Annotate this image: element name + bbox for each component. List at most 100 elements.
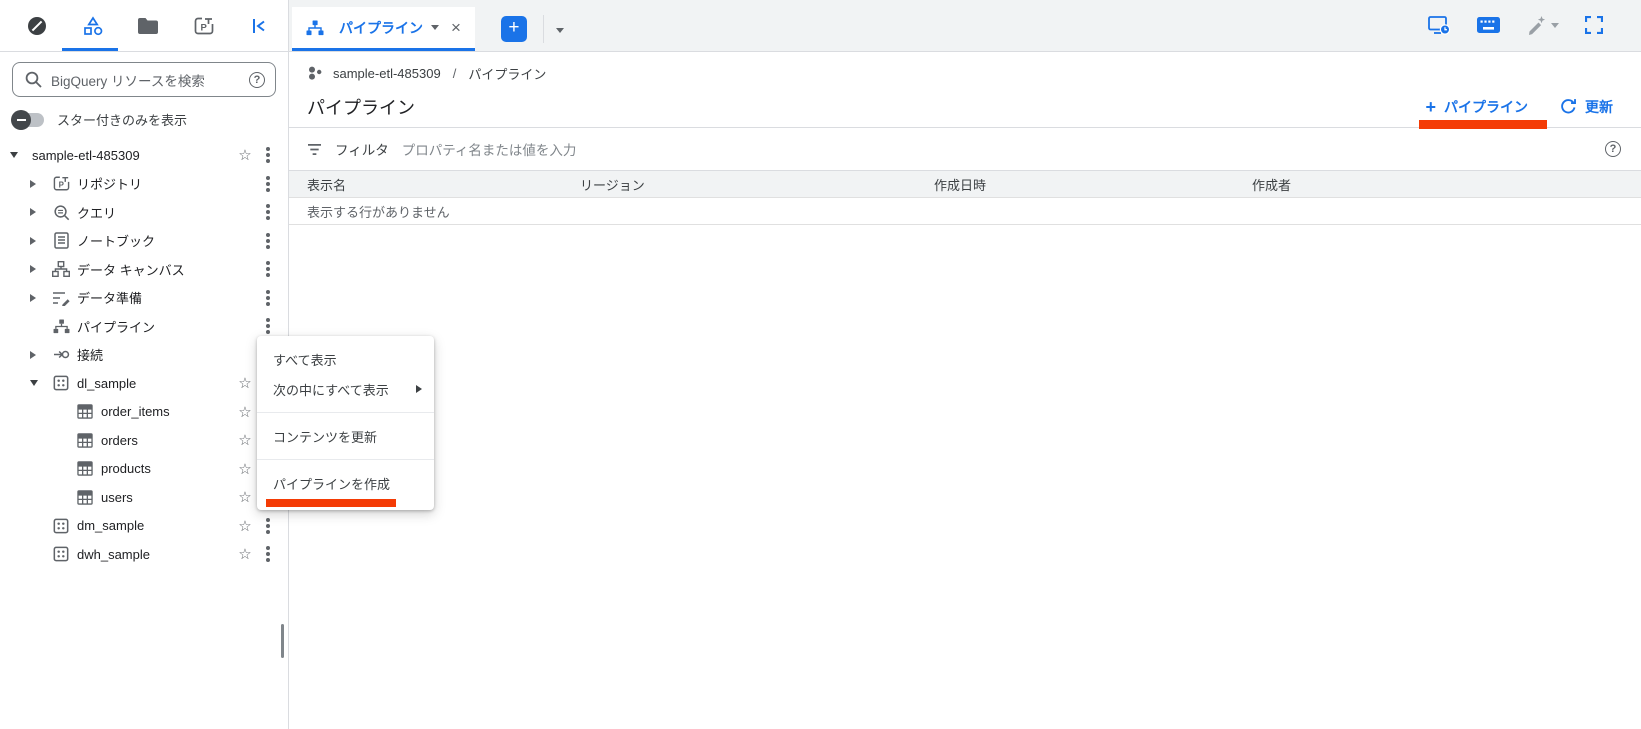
filter-bar[interactable]: フィルタ プロパティ名または値を入力 ? (289, 128, 1641, 171)
more-actions-icon[interactable] (258, 267, 278, 272)
tab-list-caret-icon[interactable] (555, 28, 564, 33)
tab-close-icon[interactable]: × (447, 17, 465, 38)
tab-label: パイプライン (339, 19, 423, 36)
tree-item-table-products[interactable]: products ☆ (0, 455, 288, 484)
title-bar: パイプライン + パイプライン 更新 (289, 86, 1641, 129)
top-bar: P パイプライン × + (0, 0, 1641, 52)
toggle-knob (11, 109, 31, 130)
tree-item-repositories[interactable]: P リポジトリ (0, 170, 288, 199)
more-actions-icon[interactable] (258, 324, 278, 329)
menu-item-refresh-contents[interactable]: コンテンツを更新 (257, 421, 434, 451)
expand-arrow-icon[interactable] (30, 179, 36, 188)
filter-label: フィルタ (335, 143, 389, 158)
tree-item-dataset-dwh-sample[interactable]: dwh_sample ☆ (0, 540, 288, 569)
table-icon (76, 404, 94, 419)
filter-placeholder[interactable]: プロパティ名または値を入力 (402, 139, 577, 159)
tree-item-connections[interactable]: 接続 (0, 341, 288, 370)
tree-item-data-canvas[interactable]: データ キャンバス (0, 255, 288, 284)
star-icon[interactable]: ☆ (232, 403, 258, 421)
starred-only-toggle-row: スター付きのみを表示 (11, 109, 276, 130)
session-window-icon[interactable] (1428, 15, 1451, 35)
more-actions-icon[interactable] (258, 210, 278, 215)
plus-icon: + (1425, 96, 1436, 117)
keyboard-shortcuts-icon[interactable] (1477, 17, 1500, 33)
more-actions-icon[interactable] (258, 552, 278, 557)
refresh-button[interactable]: 更新 (1560, 97, 1613, 117)
expand-arrow-icon[interactable] (30, 236, 36, 245)
tab-pipelines[interactable]: パイプライン × (292, 7, 475, 51)
data-prep-icon (52, 290, 70, 306)
tab-menu-caret-icon[interactable] (431, 25, 439, 30)
column-header-creator[interactable]: 作成者 (1252, 175, 1641, 194)
tree-item-table-users[interactable]: users ☆ (0, 483, 288, 512)
tree-item-table-order-items[interactable]: order_items ☆ (0, 398, 288, 427)
expand-arrow-icon[interactable] (30, 293, 36, 302)
tree-item-dataset-dl-sample[interactable]: dl_sample ☆ (0, 369, 288, 398)
sidebar-panel-tabs: P (0, 0, 289, 52)
star-icon[interactable]: ☆ (232, 431, 258, 449)
tree-item-dataset-dm-sample[interactable]: dm_sample ☆ (0, 512, 288, 541)
star-icon[interactable]: ☆ (232, 488, 258, 506)
filter-help-icon[interactable]: ? (1605, 141, 1621, 157)
tree-item-pipelines[interactable]: パイプライン (0, 312, 288, 341)
menu-item-create-pipeline[interactable]: パイプラインを作成 (257, 468, 434, 507)
tree-item-queries[interactable]: クエリ (0, 198, 288, 227)
search-help-icon[interactable]: ? (249, 71, 265, 88)
svg-text:P: P (200, 22, 207, 33)
pipeline-icon (306, 20, 324, 36)
pipelines-context-menu: すべて表示 次の中にすべて表示 コンテンツを更新 パイプラインを作成 (257, 336, 434, 510)
gemini-assist-icon[interactable] (1526, 15, 1559, 35)
more-actions-icon[interactable] (258, 153, 278, 158)
collapse-panel-icon[interactable] (242, 9, 276, 43)
more-actions-icon[interactable] (258, 238, 278, 243)
more-actions-icon[interactable] (258, 181, 278, 186)
star-icon[interactable]: ☆ (232, 460, 258, 478)
breadcrumb-project[interactable]: sample-etl-485309 (333, 66, 441, 81)
repository-tab-icon[interactable]: P (187, 9, 221, 43)
menu-separator (257, 412, 434, 413)
star-icon[interactable]: ☆ (232, 517, 258, 535)
collapse-arrow-icon[interactable] (10, 152, 18, 159)
explorer-compass-icon[interactable] (20, 9, 54, 43)
tree-item-data-preparation[interactable]: データ準備 (0, 284, 288, 313)
table-header-row: 表示名 リージョン 作成日時 作成者 (289, 171, 1641, 198)
expand-arrow-icon[interactable] (30, 350, 36, 359)
editor-actions (1428, 7, 1641, 51)
star-icon[interactable]: ☆ (232, 374, 258, 392)
create-pipeline-button[interactable]: + パイプライン (1425, 97, 1528, 117)
star-icon[interactable]: ☆ (232, 545, 258, 563)
column-header-created-at[interactable]: 作成日時 (934, 175, 1252, 194)
column-header-display-name[interactable]: 表示名 (289, 175, 580, 194)
editor-tab-strip: パイプライン × + (289, 0, 1641, 52)
more-actions-icon[interactable] (258, 523, 278, 528)
tree-item-table-orders[interactable]: orders ☆ (0, 426, 288, 455)
table-empty-message: 表示する行がありません (289, 198, 1641, 225)
more-actions-icon[interactable] (258, 295, 278, 300)
expand-arrow-icon[interactable] (30, 265, 36, 274)
menu-item-show-all[interactable]: すべて表示 (257, 344, 434, 374)
dataset-icon (52, 375, 70, 391)
starred-only-toggle[interactable] (11, 109, 44, 130)
resources-tab-icon[interactable] (76, 9, 110, 43)
collapse-arrow-icon[interactable] (30, 380, 38, 387)
resource-tree: sample-etl-485309 ☆ P リポジトリ クエリ ノートブック デ… (0, 141, 288, 569)
menu-item-show-all-in[interactable]: 次の中にすべて表示 (257, 374, 434, 404)
submenu-arrow-icon (416, 385, 422, 393)
annotation-underline (266, 499, 396, 507)
sidebar-scrollbar-thumb[interactable] (281, 624, 284, 658)
column-header-region[interactable]: リージョン (580, 175, 934, 194)
project-cluster-icon (309, 66, 322, 80)
table-icon (76, 490, 94, 505)
filter-icon (308, 143, 321, 155)
new-tab-button[interactable]: + (500, 16, 527, 42)
resource-search-input[interactable]: BigQuery リソースを検索 ? (12, 62, 276, 97)
active-panel-tab-underline (62, 48, 118, 51)
tree-item-project[interactable]: sample-etl-485309 ☆ (0, 141, 288, 170)
folder-icon[interactable] (131, 9, 165, 43)
expand-arrow-icon[interactable] (30, 208, 36, 217)
fullscreen-icon[interactable] (1585, 16, 1603, 34)
breadcrumb-separator: / (452, 65, 457, 81)
star-icon[interactable]: ☆ (232, 146, 258, 164)
page-title: パイプライン (307, 97, 415, 118)
tree-item-notebooks[interactable]: ノートブック (0, 227, 288, 256)
